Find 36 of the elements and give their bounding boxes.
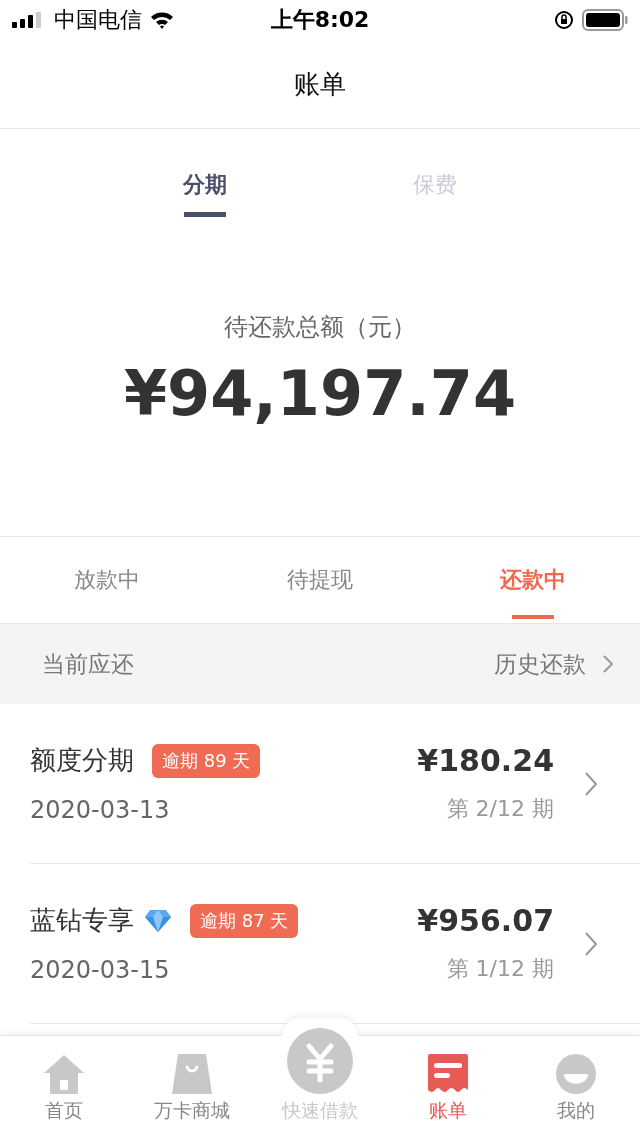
rotation-lock-icon xyxy=(554,10,574,30)
loan-status-tab[interactable]: 放款中 xyxy=(0,537,214,623)
bill-row[interactable]: 额度分期 逾期 89 天 2020-03-13 ¥180.24 第 2/12 期 xyxy=(30,704,640,864)
chevron-icon xyxy=(584,930,598,957)
tab-bar-item[interactable]: 万卡商城 xyxy=(128,1036,256,1136)
bill-date: 2020-03-15 xyxy=(30,956,171,984)
tab-bar-item[interactable]: 首页 xyxy=(0,1036,128,1136)
bill-date: 2020-03-13 xyxy=(30,796,171,824)
tab-bar-item[interactable]: 我的 xyxy=(512,1036,640,1136)
receipt-icon xyxy=(428,1054,468,1094)
loan-status-tab[interactable]: 待提现 xyxy=(213,537,427,623)
bill-name: 蓝钻专享 xyxy=(30,904,134,937)
tab-bar-item[interactable]: 账单 xyxy=(384,1036,512,1136)
face-icon xyxy=(556,1054,596,1094)
bag-icon xyxy=(172,1054,212,1094)
carrier-name: 中国电信 xyxy=(54,6,142,34)
section-title: 当前应还 xyxy=(42,649,134,679)
house-icon xyxy=(43,1054,85,1094)
total-due-amount: ¥94,197.74 xyxy=(123,357,517,430)
diamond-icon xyxy=(144,908,172,933)
page-title: 账单 xyxy=(294,67,346,101)
total-due-label: 待还款总额（元） xyxy=(224,312,416,343)
bill-row[interactable]: 蓝钻专享 逾期 87 天 2020-03-15 ¥956.07 第 1/12 期 xyxy=(30,864,640,1024)
installment-period: 第 1/12 期 xyxy=(446,955,554,983)
chevron-icon xyxy=(584,770,598,797)
chevron-icon xyxy=(602,654,614,674)
status-time: 上午8:02 xyxy=(270,6,370,34)
wifi-icon xyxy=(150,11,174,29)
bill-amount: ¥956.07 xyxy=(417,903,554,938)
history-link[interactable]: 历史还款 xyxy=(494,648,614,680)
battery-icon xyxy=(582,9,628,31)
bill-amount: ¥180.24 xyxy=(417,743,554,778)
overdue-badge: 逾期 89 天 xyxy=(152,743,261,778)
bill-name: 额度分期 xyxy=(30,744,134,777)
installment-period: 第 2/12 期 xyxy=(446,795,554,823)
overdue-badge: 逾期 87 天 xyxy=(190,903,299,938)
